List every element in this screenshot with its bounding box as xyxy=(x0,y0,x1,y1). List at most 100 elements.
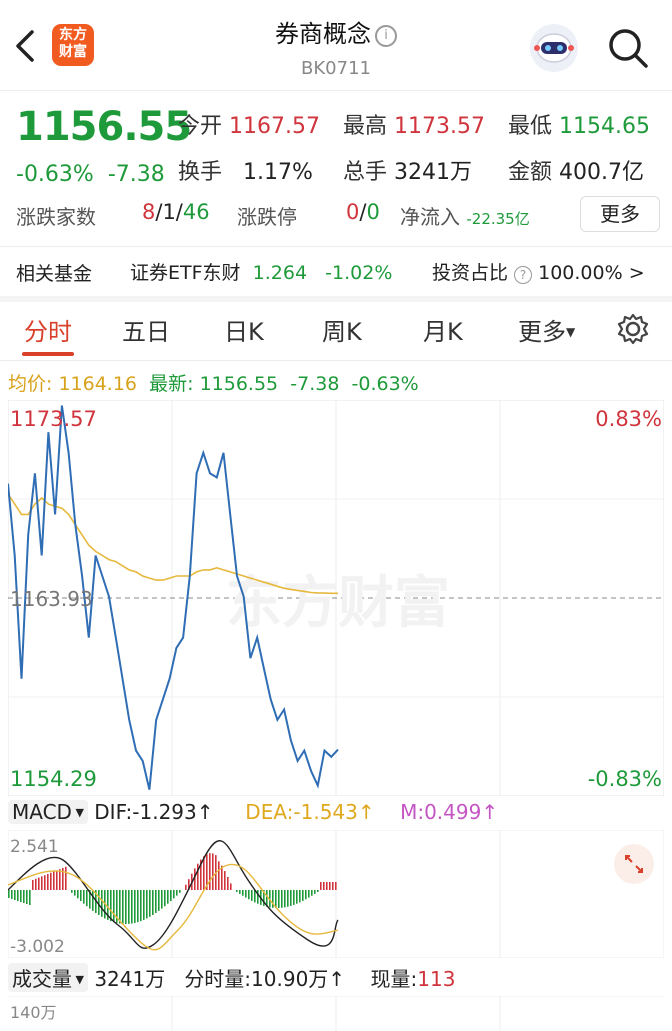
macd-bar xyxy=(176,890,178,896)
macd-bar xyxy=(230,883,232,890)
turnover-stat: 换手 1.17% xyxy=(178,160,313,185)
macd-bar xyxy=(38,877,40,890)
settings-gear-icon[interactable] xyxy=(616,312,650,346)
macd-bar xyxy=(332,882,334,890)
tab-weekly-k[interactable]: 周K xyxy=(322,312,362,347)
macd-bar xyxy=(83,890,85,904)
macd-bar xyxy=(257,890,259,904)
fund-info[interactable]: 证券ETF东财 1.264 -1.02% xyxy=(130,258,392,285)
macd-bar xyxy=(143,890,145,920)
limit-value: 0/0 xyxy=(346,200,380,224)
macd-bar xyxy=(86,890,88,907)
macd-bar xyxy=(209,853,211,890)
macd-chart[interactable]: 2.541 -3.002 xyxy=(8,830,664,958)
info-icon[interactable]: i xyxy=(375,25,397,47)
macd-bar xyxy=(179,890,181,893)
macd-bar xyxy=(92,890,94,911)
macd-bar xyxy=(113,890,115,923)
price-change: -0.63% -7.38 xyxy=(16,162,165,187)
more-button[interactable]: 更多 xyxy=(580,196,660,232)
macd-bar xyxy=(281,890,283,908)
macd-top-label: 2.541 xyxy=(10,837,59,857)
volume-selector[interactable]: 成交量 ▼ xyxy=(8,963,88,992)
macd-bar xyxy=(296,890,298,904)
macd-bar xyxy=(80,890,82,902)
macd-bar xyxy=(65,866,67,890)
macd-bar xyxy=(221,865,223,890)
current-price: 1156.55 xyxy=(16,104,192,150)
macd-bar xyxy=(158,890,160,911)
macd-bar xyxy=(227,876,229,890)
macd-bar xyxy=(20,890,22,902)
macd-bar xyxy=(305,890,307,900)
macd-bar xyxy=(131,890,133,924)
macd-bar xyxy=(146,890,148,919)
y-low-pct-label: -0.83% xyxy=(588,767,662,791)
tab-monthly-k[interactable]: 月K xyxy=(423,312,463,347)
macd-bar xyxy=(224,871,226,890)
macd-bar xyxy=(119,890,121,924)
fund-label: 相关基金 xyxy=(16,263,93,285)
macd-bar xyxy=(56,870,58,890)
macd-bar xyxy=(284,890,286,908)
macd-bar xyxy=(167,890,169,904)
low-stat: 最低 1154.65 xyxy=(508,114,650,139)
macd-bar xyxy=(74,890,76,896)
question-icon[interactable]: ? xyxy=(514,266,533,284)
macd-bar xyxy=(152,890,154,916)
macd-bar xyxy=(26,890,28,904)
macd-bar xyxy=(308,890,310,898)
macd-bar xyxy=(110,890,112,922)
macd-selector[interactable]: MACD ▼ xyxy=(8,800,88,824)
y-low-label: 1154.29 xyxy=(10,767,97,791)
macd-bar xyxy=(29,890,31,905)
macd-bar xyxy=(197,863,199,890)
macd-bar xyxy=(35,878,37,890)
netflow-stat: 净流入 -22.35亿 xyxy=(400,205,530,229)
macd-bar xyxy=(173,890,175,899)
macd-bar xyxy=(236,890,238,892)
macd-bar xyxy=(242,890,244,896)
macd-bar xyxy=(335,882,337,890)
tab-five-day[interactable]: 五日 xyxy=(122,312,170,347)
tab-intraday[interactable]: 分时 xyxy=(24,312,72,347)
macd-bar xyxy=(299,890,301,903)
volume-header: 成交量 ▼ 3241万 分时量:10.90万↑ 现量:113 xyxy=(8,963,455,992)
macd-bar xyxy=(50,872,52,890)
macd-bar xyxy=(275,890,277,908)
fund-ratio[interactable]: 投资占比 ? 100.00% > xyxy=(432,258,645,285)
macd-bar xyxy=(161,890,163,909)
macd-bar xyxy=(47,874,49,890)
macd-bar xyxy=(41,876,43,890)
macd-bar xyxy=(290,890,292,906)
macd-bar xyxy=(251,890,253,901)
macd-bar xyxy=(323,882,325,890)
macd-bar xyxy=(278,890,280,908)
macd-bar xyxy=(155,890,157,914)
tab-more[interactable]: 更多▼ xyxy=(518,312,575,347)
macd-bar xyxy=(293,890,295,905)
macd-bar xyxy=(71,890,73,893)
macd-bar xyxy=(128,890,130,924)
macd-bar xyxy=(314,890,316,894)
intraday-chart[interactable]: 东方财富 1173.57 1163.93 1154.29 0.83% -0.83… xyxy=(8,400,664,796)
macd-bar xyxy=(11,890,13,899)
assistant-robot-icon[interactable] xyxy=(528,22,580,74)
limit-stat: 涨跌停 xyxy=(237,205,297,229)
macd-bar xyxy=(311,890,313,896)
volume-axis-top: 140万 xyxy=(10,1003,57,1022)
tab-daily-k[interactable]: 日K xyxy=(224,312,264,347)
search-icon[interactable] xyxy=(606,26,650,70)
volume-stat: 总手 3241万 xyxy=(343,160,473,185)
macd-bar xyxy=(170,890,172,902)
macd-bar xyxy=(218,861,220,890)
macd-bar xyxy=(203,856,205,890)
macd-bar xyxy=(185,884,187,890)
macd-bar xyxy=(302,890,304,901)
updown-count: 涨跌家数 xyxy=(16,205,96,229)
macd-bar xyxy=(245,890,247,898)
open-stat: 今开 1167.57 xyxy=(178,114,320,139)
volume-chart[interactable]: 140万 xyxy=(8,996,664,1031)
macd-bar xyxy=(14,890,16,900)
macd-bar xyxy=(239,890,241,894)
